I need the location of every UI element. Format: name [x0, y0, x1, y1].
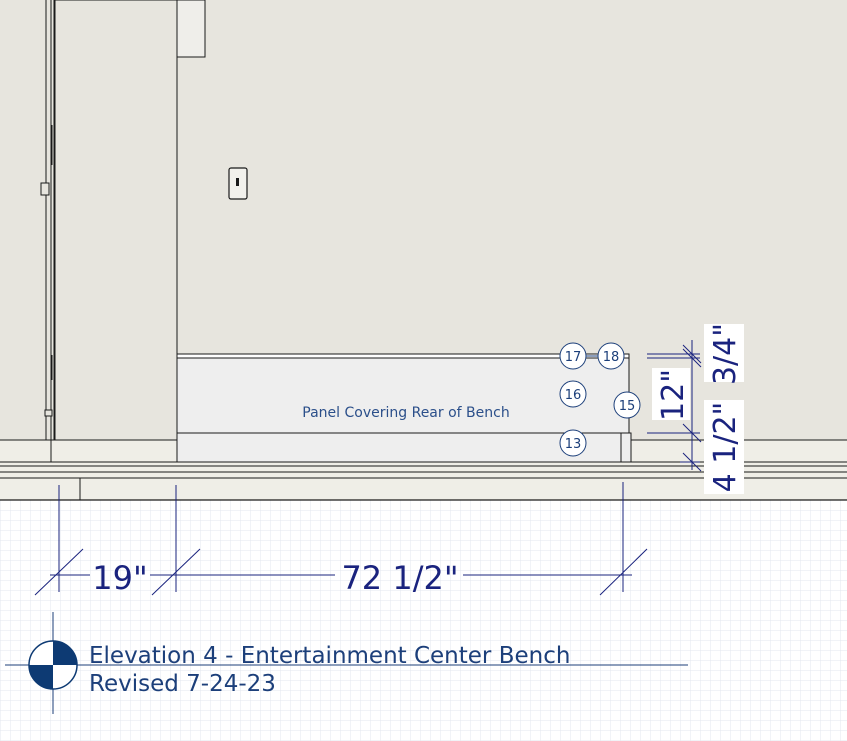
dimension-19: 19" [92, 559, 147, 597]
callout-16: 16 [559, 380, 587, 408]
revision-note: Revised 7-24-23 [89, 671, 276, 697]
callout-13: 13 [559, 429, 587, 457]
svg-text:16: 16 [565, 388, 582, 403]
callout-18: 18 [597, 342, 625, 370]
panel-note: Panel Covering Rear of Bench [302, 405, 509, 421]
svg-text:17: 17 [565, 350, 582, 365]
dimension-72-1-2: 72 1/2" [341, 559, 458, 597]
dimension-3-4: 3/4" [708, 323, 743, 385]
pilaster [50, 0, 180, 463]
callout-15: 15 [613, 391, 641, 419]
drawing-title: Elevation 4 - Entertainment Center Bench [89, 643, 570, 669]
dimension-4-1-2: 4 1/2" [708, 402, 743, 493]
upper-cabinet-edge [176, 0, 206, 58]
elevation-drawing: Panel Covering Rear of Bench 17 18 16 15… [0, 0, 847, 741]
svg-text:18: 18 [603, 350, 620, 365]
grid-paper [0, 500, 847, 741]
callout-17: 17 [559, 342, 587, 370]
outlet-icon [228, 167, 248, 200]
dimension-12: 12" [656, 369, 691, 421]
svg-text:13: 13 [565, 437, 582, 452]
svg-text:15: 15 [619, 399, 636, 414]
